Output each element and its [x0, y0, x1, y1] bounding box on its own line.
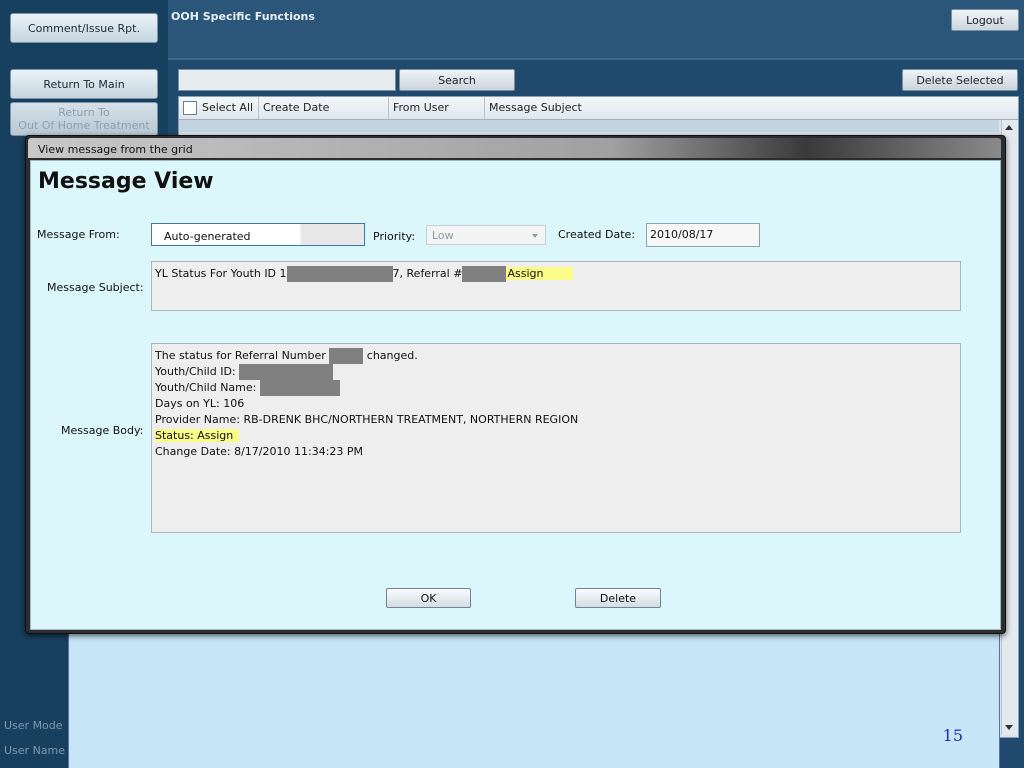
search-button[interactable]: Search [399, 69, 515, 91]
message-body-label: Message Body: [61, 424, 144, 437]
created-date-field[interactable]: 2010/08/17 [646, 223, 760, 247]
message-from-field[interactable]: Auto-generated [151, 223, 365, 246]
body-line-status: Status: Assign [155, 428, 957, 444]
return-to-ooh-button[interactable]: Return To Out Of Home Treatment [10, 102, 158, 136]
body-line-provider: Provider Name: RB-DRENK BHC/NORTHERN TRE… [155, 413, 579, 426]
body-line-days: Days on YL: 106 [155, 397, 245, 410]
priority-label: Priority: [373, 230, 416, 243]
comment-issue-report-button[interactable]: Comment/Issue Rpt. [10, 13, 158, 43]
search-input[interactable] [178, 69, 396, 91]
delete-button[interactable]: Delete [575, 588, 661, 608]
scroll-up-icon[interactable] [1005, 125, 1013, 130]
priority-select[interactable]: Low [426, 225, 546, 245]
message-body-field[interactable]: The status for Referral Number changed. … [151, 343, 961, 533]
create-date-header[interactable]: Create Date [259, 97, 389, 119]
created-date-label: Created Date: [558, 228, 636, 241]
select-all-header[interactable]: Select All [179, 97, 259, 119]
body-line-youth-name: Youth/Child Name: [155, 380, 957, 396]
header-title: OOH Specific Functions [171, 10, 315, 23]
logout-button[interactable]: Logout [951, 9, 1019, 31]
message-subject-header[interactable]: Message Subject [485, 97, 999, 119]
redaction-block [462, 266, 507, 282]
user-mode-label: User Mode [4, 719, 63, 732]
content-panel: 15 [68, 630, 1000, 768]
grid-header: Select All Create Date From User Message… [179, 97, 1018, 120]
body-line-change-date: Change Date: 8/17/2010 11:34:23 PM [155, 445, 364, 458]
return-to-main-button[interactable]: Return To Main [10, 69, 158, 99]
delete-selected-button[interactable]: Delete Selected [902, 69, 1018, 91]
message-subject-label: Message Subject: [47, 281, 144, 294]
chevron-down-icon [532, 234, 538, 238]
table-row[interactable] [179, 120, 999, 132]
dialog-title: View message from the grid [38, 143, 193, 156]
body-line-referral: The status for Referral Number changed. [155, 348, 418, 364]
body-line-youth-id: Youth/Child ID: [155, 364, 957, 380]
message-view-heading: Message View [38, 169, 214, 194]
user-name-label: User Name [4, 744, 66, 757]
message-subject-field[interactable]: YL Status For Youth ID 1 7, Referral # Ass… [151, 261, 961, 311]
redaction-block [286, 266, 393, 282]
dialog-body: Message View Message From: Auto-generate… [30, 160, 1001, 630]
subject-status-highlight: Assign [506, 267, 574, 280]
page-number: 15 [942, 726, 963, 745]
from-user-header[interactable]: From User [389, 97, 485, 119]
header-bar: OOH Specific Functions Logout [168, 0, 1024, 60]
dialog-titlebar[interactable]: View message from the grid [28, 138, 1001, 158]
redaction-block [329, 348, 364, 364]
message-from-label: Message From: [37, 228, 120, 241]
message-view-dialog: View message from the grid Message View … [25, 135, 1006, 634]
ok-button[interactable]: OK [386, 588, 471, 608]
redaction-block [239, 364, 334, 380]
redaction-block [259, 380, 340, 396]
select-all-checkbox[interactable] [183, 101, 197, 115]
scroll-down-icon[interactable] [1005, 725, 1013, 730]
